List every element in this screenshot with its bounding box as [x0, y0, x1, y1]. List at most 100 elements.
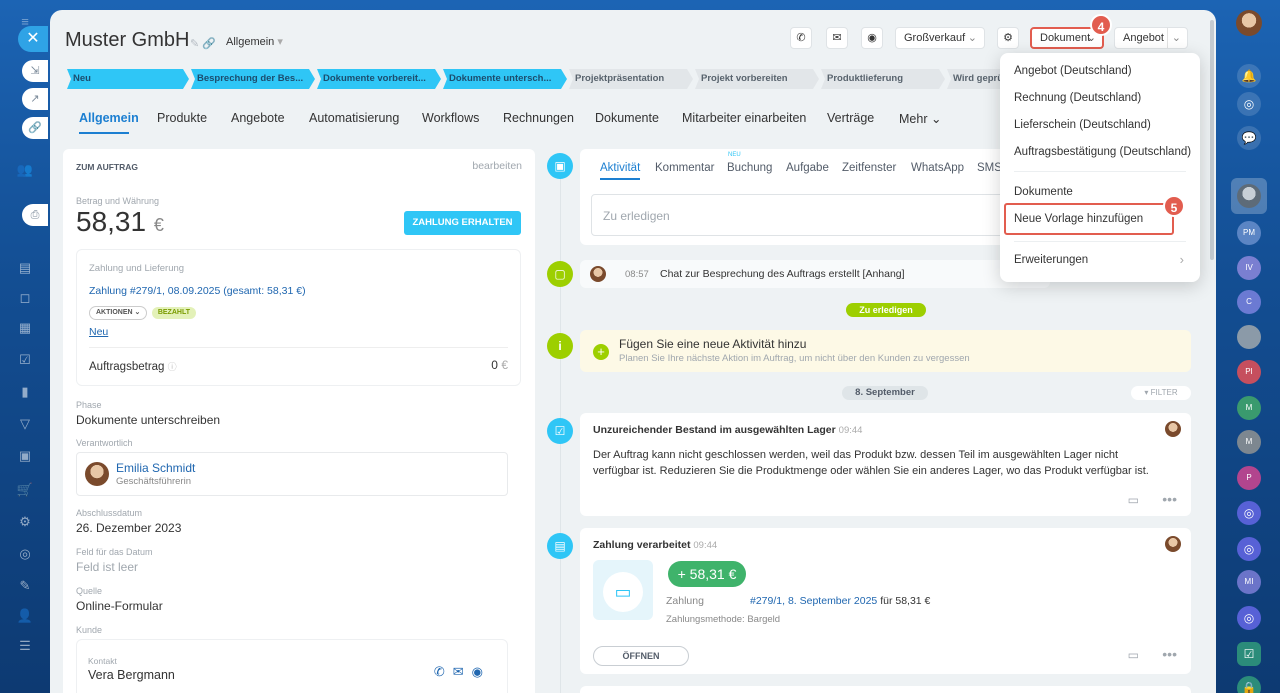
gear-icon[interactable]: ⚙ — [997, 27, 1019, 49]
chat-text[interactable]: Chat zur Besprechung des Auftrags erstel… — [660, 268, 905, 280]
stage-item[interactable]: Produktlieferung — [821, 69, 945, 89]
tab-aufgabe[interactable]: Aufgabe — [786, 162, 829, 174]
copy-link-icon[interactable]: 🔗 — [22, 117, 48, 139]
tab-aktivitaet[interactable]: Aktivität — [600, 162, 640, 174]
responsible-box[interactable]: Emilia Schmidt Geschäftsführerin — [76, 452, 508, 496]
cart-icon[interactable]: 🛒 — [15, 480, 35, 500]
recent-chat-avatar[interactable]: MI — [1237, 570, 1261, 594]
edit-icon[interactable]: ✎ — [15, 576, 35, 596]
preset-dropdown[interactable]: Großverkauf ⌄ — [895, 27, 985, 49]
close-slider-button[interactable]: ✕ — [18, 26, 48, 52]
note-icon[interactable]: ▭ — [1128, 648, 1139, 662]
stage-item[interactable]: Neu — [67, 69, 189, 89]
menu-item-offer[interactable]: Angebot (Deutschland) — [1014, 65, 1132, 77]
funnel-icon[interactable]: ▽ — [15, 414, 35, 434]
offer-dropdown-button[interactable]: Angebot ⌄ — [1114, 27, 1188, 49]
scrollbar[interactable] — [1210, 20, 1214, 260]
new-payment-link[interactable]: Neu — [89, 326, 108, 338]
contact-name[interactable]: Vera Bergmann — [88, 668, 175, 682]
menu-item-documents[interactable]: Dokumente — [1014, 186, 1073, 198]
tab-sms[interactable]: SMS — [977, 162, 1002, 174]
tab-workflows[interactable]: Workflows — [422, 111, 479, 125]
task-icon[interactable]: ☑ — [1237, 642, 1261, 666]
store-icon[interactable]: ▣ — [15, 446, 35, 466]
calendar-icon[interactable]: ▦ — [15, 318, 35, 338]
tasks-icon[interactable]: ▤ — [15, 258, 35, 278]
category-selector[interactable]: Allgemein ▾ — [226, 35, 283, 48]
channel-icon[interactable]: ◎ — [1237, 501, 1261, 525]
payment-link[interactable]: Zahlung #279/1, 08.09.2025 (gesamt: 58,3… — [89, 285, 306, 297]
tab-produkte[interactable]: Produkte — [157, 111, 207, 125]
more-icon[interactable]: ••• — [1162, 491, 1177, 507]
tab-mitarbeiter[interactable]: Mitarbeiter einarbeiten — [682, 111, 806, 125]
menu-item-invoice[interactable]: Rechnung (Deutschland) — [1014, 92, 1141, 104]
list-icon[interactable]: ☰ — [15, 636, 35, 656]
stage-item[interactable]: Dokumente vorbereit... — [317, 69, 441, 89]
menu-item-order-confirmation[interactable]: Auftragsbestätigung (Deutschland) — [1014, 146, 1191, 158]
contacts-icon[interactable]: 👥 — [15, 160, 35, 180]
recent-chat-avatar[interactable]: M — [1237, 430, 1261, 454]
payment-number-link[interactable]: #279/1, 8. September 2025 — [750, 595, 877, 607]
analytics-icon[interactable]: ▮ — [15, 382, 35, 402]
tab-dokumente[interactable]: Dokumente — [595, 111, 659, 125]
tab-mehr[interactable]: Mehr ⌄ — [899, 111, 941, 126]
edit-title-icons[interactable]: ✎ 🔗 — [190, 37, 216, 50]
tab-rechnungen[interactable]: Rechnungen — [503, 111, 574, 125]
add-activity-item[interactable]: + Fügen Sie eine neue Aktivität hinzu Pl… — [580, 330, 1191, 372]
active-chat-avatar[interactable] — [1231, 178, 1267, 214]
stage-item[interactable]: Projekt vorbereiten — [695, 69, 819, 89]
mail-icon[interactable]: ✉ — [826, 27, 848, 49]
actions-pill[interactable]: AKTIONEN ⌄ — [89, 306, 148, 320]
more-icon[interactable]: ••• — [1162, 646, 1177, 662]
menu-item-extensions[interactable]: Erweiterungen — [1014, 254, 1088, 266]
call-icon[interactable]: ✆ — [790, 27, 812, 49]
todo-input[interactable]: Zu erledigen — [591, 194, 1011, 236]
chat-bubble-icon[interactable]: ◉ — [861, 27, 883, 49]
tab-kommentar[interactable]: Kommentar — [655, 162, 714, 174]
menu-item-delivery-note[interactable]: Lieferschein (Deutschland) — [1014, 119, 1151, 131]
stage-item[interactable]: Dokumente untersch... — [443, 69, 567, 89]
receive-payment-button[interactable]: ZAHLUNG ERHALTEN — [404, 211, 521, 235]
checklist-icon[interactable]: ☑ — [15, 350, 35, 370]
menu-item-add-template[interactable]: Neue Vorlage hinzufügen — [1014, 213, 1143, 225]
recent-chat-avatar[interactable]: IV — [1237, 256, 1261, 280]
messages-icon[interactable]: 💬 — [1237, 126, 1261, 150]
support-icon[interactable]: ◎ — [15, 544, 35, 564]
stage-item[interactable]: Besprechung der Bes... — [191, 69, 315, 89]
recent-chat-avatar[interactable]: PI — [1237, 360, 1261, 384]
channel-icon[interactable]: ◎ — [1237, 606, 1261, 630]
tab-automatisierung[interactable]: Automatisierung — [309, 111, 399, 125]
settings-icon[interactable]: ⚙ — [15, 512, 35, 532]
recent-chat-avatar[interactable]: PM — [1237, 221, 1261, 245]
filter-button[interactable]: ▾ FILTER — [1131, 386, 1191, 400]
note-icon[interactable]: ▭ — [1128, 493, 1139, 507]
responsible-name[interactable]: Emilia Schmidt — [116, 461, 195, 475]
recent-chat-avatar[interactable]: C — [1237, 290, 1261, 314]
menu-divider — [1014, 171, 1186, 172]
tab-whatsapp[interactable]: WhatsApp — [911, 162, 964, 174]
print-icon[interactable]: ⎙ — [22, 204, 48, 226]
recent-chat-avatar[interactable]: P — [1237, 466, 1261, 490]
stage-item[interactable]: Projektpräsentation — [569, 69, 693, 89]
people-icon[interactable]: 👤 — [15, 606, 35, 626]
minimize-icon[interactable]: ⇲ — [22, 60, 48, 82]
info-icon: ⓘ — [167, 362, 177, 372]
tab-buchung[interactable]: Buchung — [727, 162, 772, 174]
open-payment-button[interactable]: ÖFFNEN — [593, 646, 689, 666]
recent-chat-avatar[interactable]: M — [1237, 396, 1261, 420]
channel-icon[interactable]: ◎ — [1237, 537, 1261, 561]
chat-icon[interactable]: ◻ — [15, 288, 35, 308]
lock-icon[interactable]: 🔒 — [1237, 676, 1261, 693]
copilot-icon[interactable]: ◎ — [1237, 92, 1261, 116]
edit-link[interactable]: bearbeiten — [472, 160, 522, 172]
menu-divider — [1014, 241, 1186, 242]
recent-chat-avatar[interactable] — [1237, 325, 1261, 349]
tab-angebote[interactable]: Angebote — [231, 111, 285, 125]
user-avatar[interactable] — [1236, 10, 1262, 36]
contact-actions[interactable]: ✆✉◉ — [434, 664, 491, 680]
tab-zeitfenster[interactable]: Zeitfenster — [842, 162, 896, 174]
notifications-icon[interactable]: 🔔 — [1237, 64, 1261, 88]
tab-vertraege[interactable]: Verträge — [827, 111, 874, 125]
tab-allgemein[interactable]: Allgemein — [79, 111, 139, 125]
open-new-window-icon[interactable]: ↗ — [22, 88, 48, 110]
